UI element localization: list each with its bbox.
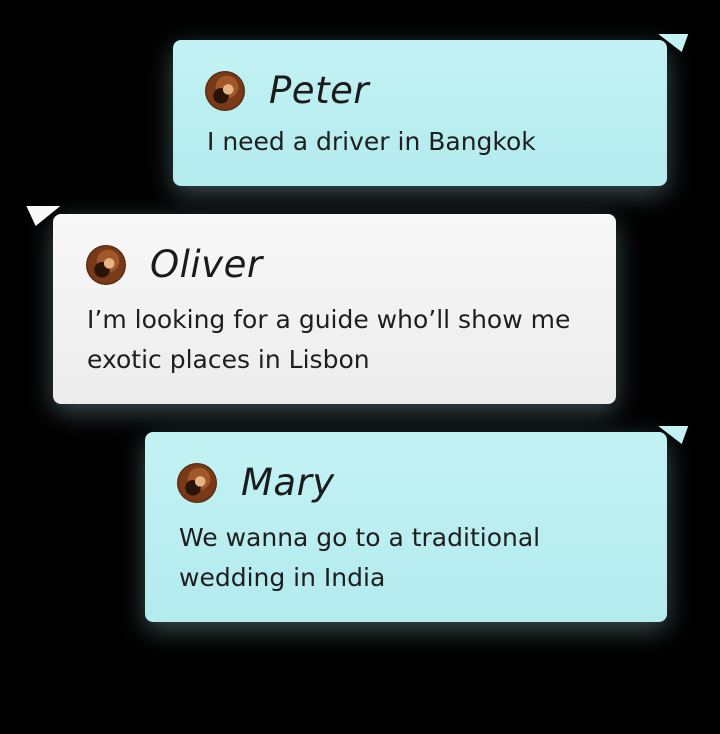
message-card-oliver: Oliver I’m looking for a guide who’ll sh…: [26, 206, 616, 404]
message-header: Mary: [177, 461, 335, 504]
bubble-tail: [651, 426, 689, 444]
sender-name: Mary: [241, 461, 335, 504]
sender-name: Oliver: [150, 243, 263, 286]
message-card-peter: Peter I need a driver in Bangkok: [173, 34, 689, 186]
message-card-mary: Mary We wanna go to a traditional weddin…: [145, 426, 689, 622]
chat-bubbles-illustration: Peter I need a driver in Bangkok Oliver …: [0, 0, 720, 734]
sender-name: Peter: [269, 69, 370, 112]
avatar-icon: [177, 462, 217, 503]
avatar-icon: [205, 70, 245, 111]
message-text: I’m looking for a guide who’ll show me e…: [87, 305, 571, 374]
message-text: We wanna go to a traditional wedding in …: [179, 523, 541, 592]
bubble-tail: [651, 34, 689, 52]
message-header: Peter: [205, 69, 369, 112]
message-text: I need a driver in Bangkok: [207, 127, 536, 156]
message-header: Oliver: [86, 243, 263, 286]
bubble-tail: [26, 206, 70, 226]
avatar-icon: [86, 244, 126, 285]
